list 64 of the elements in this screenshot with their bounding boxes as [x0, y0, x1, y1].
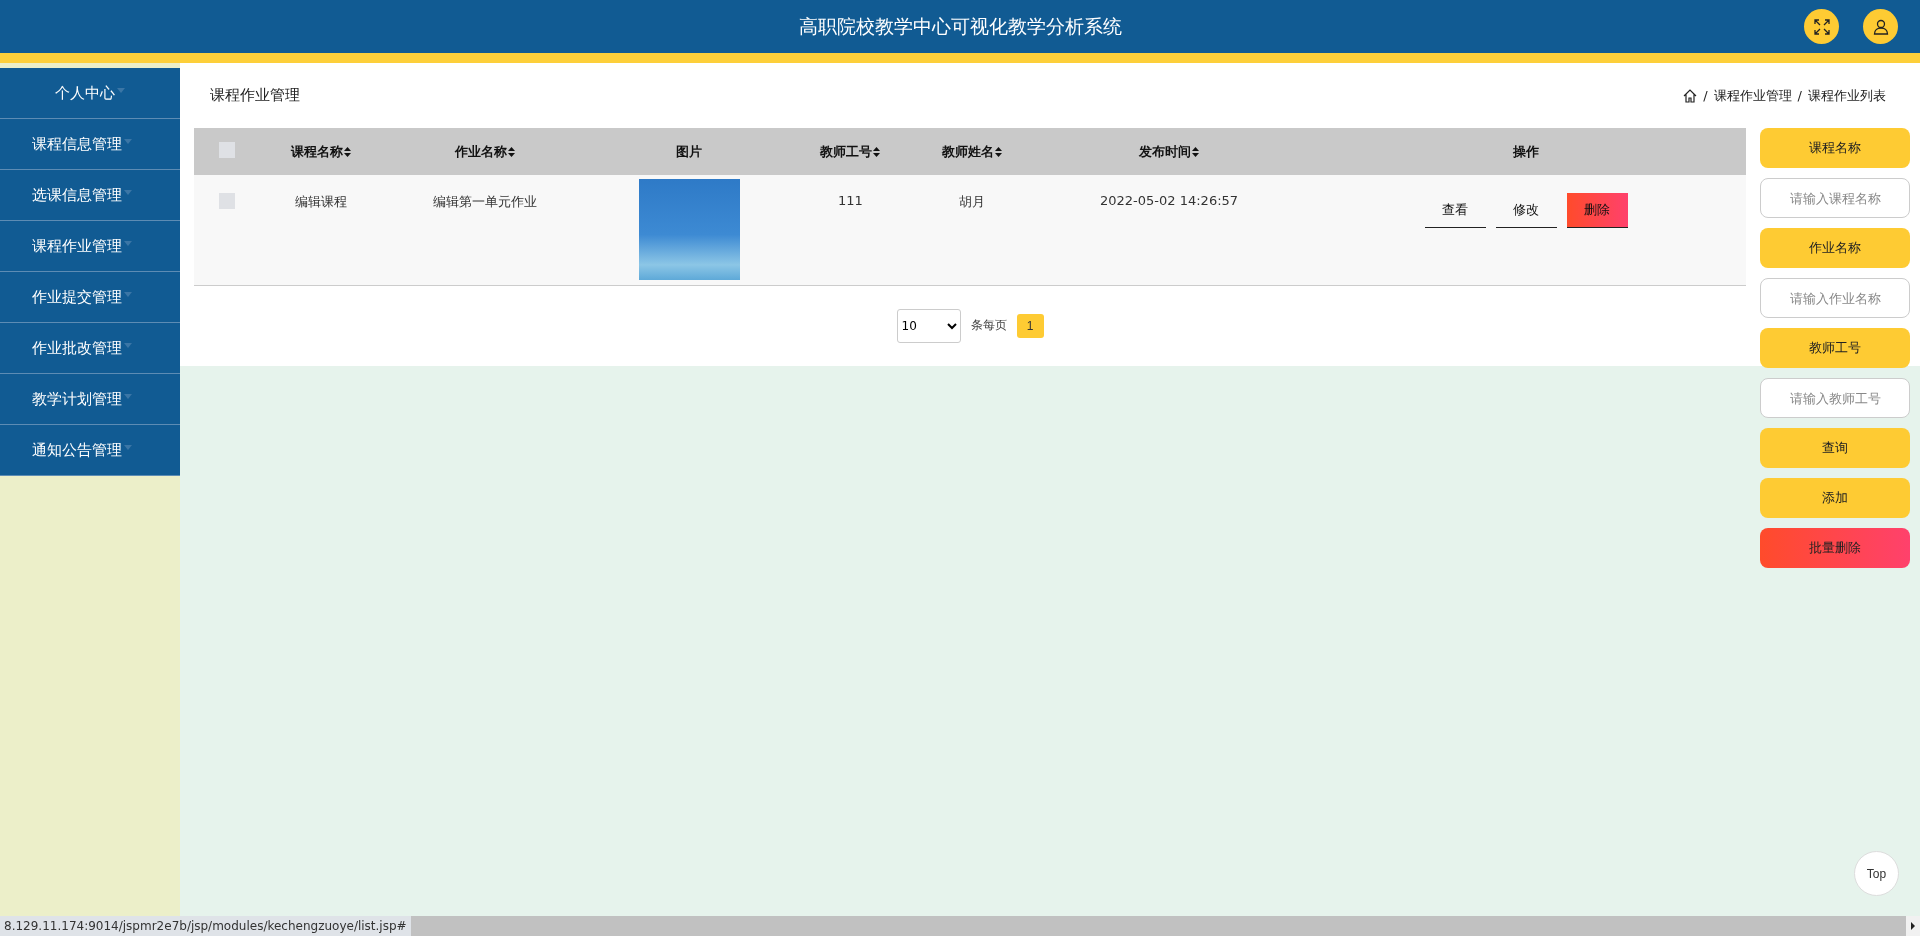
table-cell: 胡月 [958, 194, 985, 209]
sort-icon[interactable] [873, 146, 881, 157]
breadcrumb-separator: / [1797, 88, 1802, 103]
breadcrumb-separator: / [1703, 88, 1708, 103]
column-header: 图片 [676, 142, 703, 161]
caret-icon [124, 444, 132, 450]
sort-icon[interactable] [994, 146, 1002, 157]
action-button[interactable]: 修改 [1495, 193, 1557, 228]
row-checkbox[interactable] [219, 193, 235, 209]
search-field[interactable]: 请输入教师工号 [1760, 378, 1910, 418]
caret-icon [124, 291, 132, 297]
field-label: 作业名称 [1760, 228, 1910, 268]
sort-icon[interactable] [343, 146, 351, 157]
caret-icon [124, 240, 132, 246]
scroll-right-icon[interactable] [1906, 916, 1920, 936]
sidebar-item[interactable]: 个人中心 [0, 68, 180, 119]
sidebar-item[interactable]: 课程信息管理 [0, 119, 180, 170]
column-header: 操作 [1513, 142, 1539, 161]
column-header: 教师姓名 [941, 142, 994, 161]
action-button[interactable]: 查看 [1424, 193, 1486, 228]
table-cell: 2022-05-02 14:26:57 [1100, 193, 1239, 208]
action-button[interactable]: 添加 [1760, 478, 1910, 518]
column-header: 教师工号 [820, 142, 873, 161]
action-button[interactable]: 查询 [1760, 428, 1910, 468]
table-cell: 编辑课程 [294, 194, 347, 209]
user-button[interactable] [1863, 9, 1898, 44]
field-label: 教师工号 [1760, 328, 1910, 368]
caret-icon [124, 189, 132, 195]
back-to-top-button[interactable]: Top [1854, 851, 1899, 896]
status-url: 8.129.11.174:9014/jspmr2e7b/jsp/modules/kechengzuoye/list.jsp# [0, 916, 411, 936]
sidebar-item[interactable]: 课程作业管理 [0, 221, 180, 272]
caret-icon [124, 393, 132, 399]
batch-delete-button[interactable]: 批量删除 [1760, 528, 1910, 568]
caret-icon [124, 342, 132, 348]
sidebar-item[interactable]: 作业提交管理 [0, 272, 180, 323]
page-title: 课程作业管理 [210, 86, 300, 105]
app-title: 高职院校教学中心可视化教学分析系统 [798, 13, 1122, 39]
search-field[interactable]: 请输入作业名称 [1760, 278, 1910, 318]
sidebar-item[interactable]: 通知公告管理 [0, 425, 180, 476]
sort-icon[interactable] [1192, 146, 1200, 157]
sort-icon[interactable] [507, 146, 515, 157]
column-header: 作业名称 [454, 142, 507, 161]
table-cell: 编辑第一单元作业 [432, 194, 537, 209]
search-field[interactable]: 请输入课程名称 [1760, 178, 1910, 218]
page-button[interactable]: 1 [1016, 313, 1044, 338]
page-size-select[interactable]: 10 [896, 308, 961, 343]
per-page-label: 条每页 [970, 317, 1007, 334]
caret-icon [124, 138, 132, 144]
fullscreen-button[interactable] [1804, 9, 1839, 44]
column-header: 课程名称 [290, 142, 343, 161]
breadcrumb-item[interactable]: 课程作业管理 [1713, 86, 1792, 105]
column-header: 发布时间 [1139, 142, 1192, 161]
expand-icon [1813, 18, 1830, 35]
table-cell: 111 [837, 193, 863, 208]
select-all-checkbox[interactable] [219, 142, 235, 158]
field-label: 课程名称 [1760, 128, 1910, 168]
sidebar-item[interactable]: 作业批改管理 [0, 323, 180, 374]
breadcrumb-item[interactable]: 课程作业列表 [1808, 86, 1886, 105]
home-icon[interactable] [1683, 88, 1698, 103]
caret-icon [117, 87, 125, 93]
sidebar-item[interactable]: 选课信息管理 [0, 170, 180, 221]
delete-button[interactable]: 删除 [1566, 193, 1628, 228]
sidebar-item[interactable]: 教学计划管理 [0, 374, 180, 425]
user-icon [1872, 18, 1889, 35]
